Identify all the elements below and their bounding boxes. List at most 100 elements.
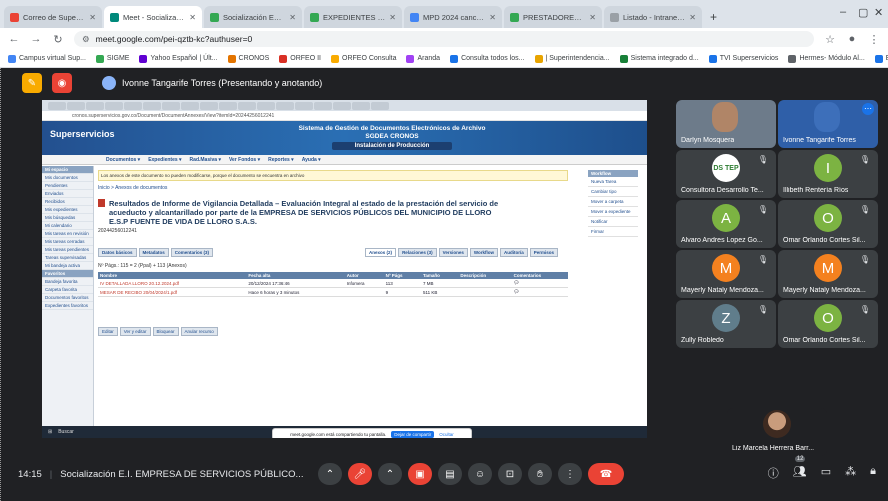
right-panel-item[interactable]: Mover a carpeta [588,197,638,207]
site-info-icon[interactable]: ⚙ [82,34,90,45]
cell-comments-icon[interactable]: 💬︎ [511,287,568,297]
star-icon[interactable]: ☆ [824,33,836,46]
bookmark-item[interactable]: TVI Superservicios [708,54,778,63]
activities-icon[interactable]: ⁂ [845,465,856,481]
bookmark-item[interactable]: CRONOS [227,54,269,63]
hide-button[interactable]: Ocultar [439,432,454,437]
camera-off-icon[interactable]: ▣ [408,463,432,485]
tab-close-icon[interactable]: ✕ [289,13,296,22]
left-menu-item[interactable]: Enviados [42,190,93,198]
participant-tile[interactable]: O 🎙︎ Omar Orlando Cortes Sil... [778,300,878,348]
close-window-icon[interactable]: ✕ [874,6,883,19]
tab-close-icon[interactable]: ✕ [489,13,496,22]
right-panel-item[interactable]: Nueva Tarea [588,177,638,187]
more-up-icon-2[interactable]: ⌃ [378,463,402,485]
left-menu-item[interactable]: Carpeta favorita [42,286,93,294]
host-controls-icon[interactable]: 🔒︎ [870,465,876,481]
left-menu-item[interactable]: Mis expedientes [42,206,93,214]
participant-tile[interactable]: DS TEP 🎙︎ Consultora Desarrollo Te... [676,150,776,198]
right-panel-item[interactable]: Cambiar tipo [588,187,638,197]
sgdea-menu-item[interactable]: Rad.Masiva ▾ [190,157,221,163]
right-panel-item[interactable]: Notificar [588,217,638,227]
more-options-icon[interactable]: ⋮ [558,463,582,485]
doc-tab[interactable]: Versiones [438,248,468,257]
bookmark-item[interactable]: SIGME [95,54,129,63]
tab-close-icon[interactable]: ✕ [189,13,196,22]
table-row[interactable]: MESAR DE RECIBO 20/04/2024/1.pdf Hace 6 h… [98,287,568,297]
new-tab-button[interactable]: + [704,10,723,28]
participant-tile[interactable]: M 🎙︎ Mayerly Nataly Mendoza... [778,250,878,298]
left-menu-item[interactable]: Mi espacio [42,166,93,174]
sgdea-action-button[interactable]: Ver y editar [119,327,151,336]
sgdea-action-button[interactable]: Editar [98,327,118,336]
browser-tab[interactable]: Socialización EMPRESA DE SER✕ [204,6,302,28]
browser-tab[interactable]: Listado - Intranet SGDEA Supe ✕ [604,6,702,28]
leave-call-icon[interactable]: ☎︎ [588,463,624,485]
left-menu-item[interactable]: Mis búsquedas [42,214,93,222]
doc-tab[interactable]: Comentarios (3) [170,248,214,257]
participant-tile[interactable]: O 🎙︎ Omar Orlando Cortes Sil... [778,200,878,248]
left-menu-item[interactable]: Mis tareas pendientes [42,246,93,254]
left-menu-item[interactable]: Pendientes [42,182,93,190]
sgdea-action-button[interactable]: Anular recurso [180,327,218,336]
participant-tile[interactable]: Z 🎙︎ Zully Robledo [676,300,776,348]
browser-tab[interactable]: Correo de Superintendencia de✕ [4,6,102,28]
cell-name[interactable]: MESAR DE RECIBO 20/04/2024/1.pdf [98,287,247,297]
minimize-icon[interactable]: – [840,6,846,18]
participant-tile[interactable]: ⋯ Ivonne Tangarife Torres [778,100,878,148]
left-menu-item[interactable]: Mis tareas en revisión [42,230,93,238]
bookmark-item[interactable]: ORFEO II [279,54,321,63]
cell-name[interactable]: IV DETALLADA LLORO 20.12.2024.pdf [98,279,247,288]
menu-dots-icon[interactable]: ⋮ [868,33,880,46]
left-menu-item[interactable]: Recibidos [42,198,93,206]
back-icon[interactable]: ← [8,33,20,45]
sgdea-menu-item[interactable]: Reportes ▾ [268,157,294,163]
doc-tab[interactable]: Anexos (2) [365,248,397,257]
bookmark-item[interactable]: ORFEO Consulta [331,54,396,63]
breadcrumb[interactable]: Inicio > Anexos de documentos [98,185,568,191]
more-options-icon[interactable]: ⋯ [862,103,874,115]
left-menu-item[interactable]: Tareas supervisadas [42,254,93,262]
doc-tab[interactable]: Permisos [529,248,559,257]
participant-tile[interactable]: Darlyn Mosquera [676,100,776,148]
doc-tab[interactable]: Workflow [469,248,499,257]
tab-close-icon[interactable]: ✕ [389,13,396,22]
doc-tab[interactable]: Auditoría [500,248,528,257]
more-up-icon[interactable]: ⌃ [318,463,342,485]
participant-tile[interactable]: M 🎙︎ Mayerly Nataly Mendoza... [676,250,776,298]
present-icon[interactable]: ⊡ [498,463,522,485]
sgdea-menu-item[interactable]: Ayuda ▾ [302,157,321,163]
bookmark-item[interactable]: | Superintendencia... [534,54,610,63]
bookmark-item[interactable]: Aranda [406,54,440,63]
left-menu-item[interactable]: Bandeja favorita [42,278,93,286]
left-menu-item[interactable]: Mis documentos [42,174,93,182]
right-panel-item[interactable]: Firmar [588,227,638,237]
table-row[interactable]: IV DETALLADA LLORO 20.12.2024.pdf 20/12/2… [98,279,568,288]
bookmark-item[interactable]: EN VIVO ONLINE [874,54,888,63]
chat-icon[interactable]: ▭ [821,465,831,481]
browser-tab[interactable]: Meet - Socialización E.I. EM ✕ [104,6,202,28]
right-panel-item[interactable]: Mover a expediente [588,207,638,217]
doc-tab[interactable]: Relaciones (3) [398,248,437,257]
captions-icon[interactable]: ▤ [438,463,462,485]
reload-icon[interactable]: ↻ [52,33,64,46]
left-menu-item[interactable]: Favoritos [42,270,93,278]
left-menu-item[interactable]: Expedientes favoritos [42,302,93,310]
browser-tab[interactable]: MPD 2024 cancelación de ofic ✕ [404,6,502,28]
profile-icon[interactable]: ● [846,33,858,45]
participant-tile[interactable]: I 🎙︎ Illibeth Rentería Ríos [778,150,878,198]
left-menu-item[interactable]: Mi calendario [42,222,93,230]
bookmark-item[interactable]: Hermes- Módulo Al... [788,54,865,63]
bookmark-item[interactable]: Campus virtual Sup... [8,54,86,63]
left-menu-item[interactable]: Documentos favoritos [42,294,93,302]
emoji-icon[interactable]: ☺ [468,463,492,485]
browser-tab[interactable]: PRESTADORES ACU -NO TRATA✕ [504,6,602,28]
maximize-icon[interactable]: ▢ [858,6,868,19]
participant-tile[interactable]: Liz Marcela Herrera Barr... [727,408,827,456]
forward-icon[interactable]: → [30,33,42,45]
tab-close-icon[interactable]: ✕ [89,13,96,22]
info-icon[interactable]: ⓘ [768,465,779,481]
doc-tab[interactable]: Metadatos [138,248,169,257]
annotate-icon[interactable]: ✎ [22,73,42,93]
left-menu-item[interactable]: Mi bandeja activa [42,262,93,270]
